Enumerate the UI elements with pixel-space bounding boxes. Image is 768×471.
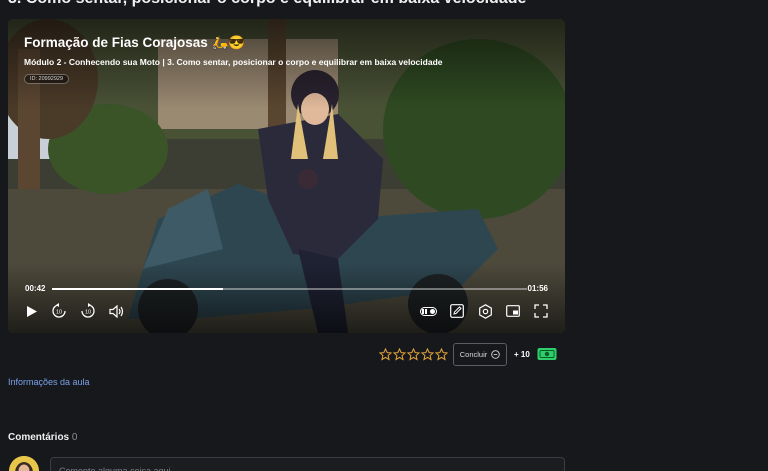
lesson-info-link[interactable]: Informações da aula	[8, 377, 90, 387]
comment-input[interactable]: Comente alguma coisa aqui	[50, 457, 565, 471]
star-rating[interactable]	[379, 348, 448, 361]
video-id-badge: ID: 20992929	[24, 74, 70, 84]
comments-title: Comentários	[8, 432, 70, 443]
star-icon[interactable]	[379, 348, 392, 361]
toggle-icon[interactable]	[419, 302, 437, 320]
edit-notes-icon[interactable]	[448, 302, 466, 320]
points-label: + 10	[514, 350, 530, 359]
svg-text:10: 10	[56, 310, 62, 316]
progress-bar[interactable]	[52, 288, 527, 290]
avatar	[9, 456, 39, 471]
comments-count: 0	[71, 432, 78, 443]
fullscreen-icon[interactable]	[532, 302, 550, 320]
settings-icon[interactable]	[476, 302, 494, 320]
page-title: 3. Como sentar, posicionar o corpo e equ…	[8, 0, 526, 8]
star-icon[interactable]	[421, 348, 434, 361]
progress-fill	[52, 288, 223, 290]
comments-heading: Comentários 0	[8, 432, 77, 443]
concluir-button[interactable]: Concluir	[453, 343, 507, 366]
picture-in-picture-icon[interactable]	[504, 302, 522, 320]
star-icon[interactable]	[435, 348, 448, 361]
module-lesson-title: Módulo 2 - Conhecendo sua Moto | 3. Como…	[24, 57, 443, 67]
volume-icon[interactable]	[107, 302, 125, 320]
total-time: 01:56	[527, 284, 548, 293]
video-player[interactable]: Formação de Fias Corajosas 🛵😎 Módulo 2 -…	[8, 19, 565, 333]
rewind-10-icon[interactable]: 10	[50, 302, 68, 320]
svg-text:10: 10	[85, 310, 91, 316]
concluir-label: Concluir	[459, 350, 488, 359]
star-icon[interactable]	[393, 348, 406, 361]
star-icon[interactable]	[407, 348, 420, 361]
money-icon	[537, 348, 557, 360]
check-circle-icon	[491, 350, 500, 359]
current-time: 00:42	[25, 284, 46, 293]
forward-10-icon[interactable]: 10	[79, 302, 97, 320]
play-icon[interactable]	[23, 302, 41, 320]
course-title: Formação de Fias Corajosas 🛵😎	[24, 35, 246, 50]
